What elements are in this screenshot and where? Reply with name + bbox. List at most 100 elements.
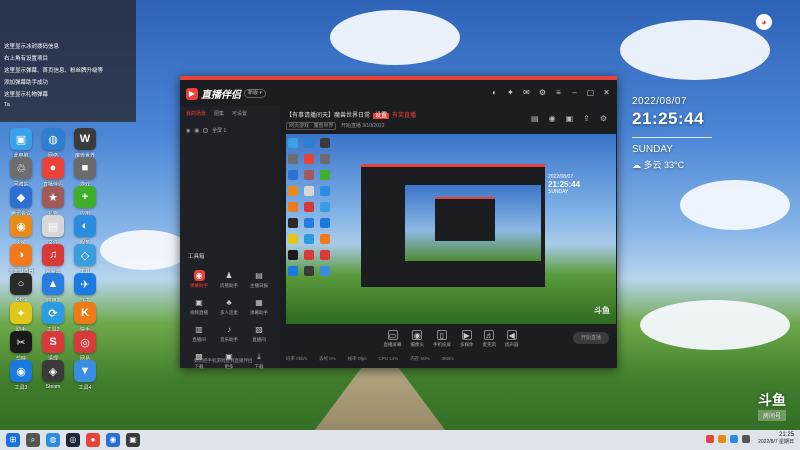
taskbar-app-icon[interactable]: ▣	[126, 433, 140, 447]
menu-icon[interactable]: ≡	[554, 88, 563, 97]
toolbox-item[interactable]: ▦ 弹幕助手	[244, 297, 274, 316]
desktop-icon[interactable]: ✈ 飞书	[68, 273, 102, 304]
tray-icon[interactable]	[706, 435, 714, 443]
desktop-icon[interactable]: ◐ 服务	[68, 215, 102, 246]
desktop-icon[interactable]: ▲ 应用2	[36, 273, 70, 304]
live-preview[interactable]: 2022/08/07 21:25:44 SUNDAY 斗鱼	[286, 134, 616, 324]
stream-red-link[interactable]: 有奖直播	[392, 113, 416, 119]
start-live-button[interactable]: 开始直播	[573, 332, 609, 344]
stream-subinfo: 网页游戏 · 魔兽世界 开始直播 3/10/2022	[286, 122, 416, 130]
desktop-icon[interactable]: ★ 礼物	[36, 186, 70, 217]
scene-tab[interactable]: 我的场景	[186, 110, 206, 117]
desktop-icon[interactable]: ◉ 火绒	[4, 215, 38, 246]
desktop-icon[interactable]: ◍ 网络	[36, 128, 70, 159]
source-control-button[interactable]: ▭ 直播屏幕	[384, 330, 402, 348]
taskbar-app-icon[interactable]: ◍	[46, 433, 60, 447]
layout-icon[interactable]: ▤	[531, 114, 539, 123]
desktop-icon[interactable]: + 应用	[68, 186, 102, 217]
minimize-icon[interactable]: –	[570, 88, 579, 97]
preview-desktop-icon	[304, 138, 314, 148]
tray-icon[interactable]	[730, 435, 738, 443]
desktop-icon[interactable]: S 清理	[36, 331, 70, 362]
source-control-label: 多媒体	[460, 342, 474, 347]
preview-desktop-icon	[320, 234, 330, 244]
desktop-icon[interactable]: ▤ 文件	[36, 215, 70, 246]
message-icon[interactable]: ✉	[522, 88, 531, 97]
taskbar-app-icon[interactable]: ⌕	[26, 433, 40, 447]
desktop-icon[interactable]: ▣ 此电脑	[4, 128, 38, 159]
desktop-icon[interactable]: ◎ 网易	[68, 331, 102, 362]
desktop-icon[interactable]: ◑ 天天浏览器	[4, 244, 38, 275]
toolbox-item[interactable]: ▤ 主播日报	[244, 270, 274, 289]
notification-line: 添加弹幕助手成功	[4, 80, 49, 86]
desktop-icon[interactable]: ▼ 工具4	[68, 360, 102, 391]
toolbox-icon: ▤	[255, 271, 263, 280]
taskbar-clock[interactable]: 21:25 2022/8/7 星期日	[758, 432, 794, 445]
source-control-button[interactable]: ♬ 麦克风	[483, 330, 496, 348]
source-control-button[interactable]: ◉ 摄像头	[410, 330, 425, 348]
screenshot-icon[interactable]: ▣	[566, 114, 574, 123]
cat-mascot-icon[interactable]: ◕	[756, 14, 772, 30]
record-icon[interactable]: ◉	[549, 114, 556, 123]
eye-icon[interactable]: ◉	[186, 128, 190, 134]
toolbox-item[interactable]: ▥ 直播间	[184, 324, 214, 343]
desktop-icon[interactable]: ○ OBS	[4, 273, 38, 303]
settings-icon[interactable]: ⚙	[600, 114, 607, 123]
stream-category[interactable]: 网页游戏 · 魔兽世界	[286, 122, 337, 130]
maximize-icon[interactable]: ▢	[586, 88, 595, 97]
tray-icon[interactable]	[742, 435, 750, 443]
toolbox-item[interactable]: ♪ 音乐助手	[214, 324, 244, 343]
stream-title-row: 【有事请播间天】魔兽世界日常 设置 有奖直播	[286, 110, 416, 119]
desktop-icon[interactable]: ◉ 工具3	[4, 360, 38, 391]
lock-icon[interactable]: ▣	[194, 128, 199, 134]
scene-tab[interactable]: 可设置	[232, 110, 247, 117]
share-icon[interactable]: ⇪	[583, 114, 590, 123]
desktop-icon[interactable]: ♫ 网易云	[36, 244, 70, 275]
source-control-icon: ▶	[461, 330, 472, 340]
source-control-label: 摄像头	[410, 342, 425, 347]
desktop-app-icon: S	[42, 331, 64, 353]
toolbox-icon: ♟	[225, 271, 233, 280]
taskbar-app-icon[interactable]: ⊞	[6, 433, 20, 447]
toolbox-item[interactable]: ♟ 房管助手	[214, 270, 244, 289]
desktop-icon[interactable]: ◈ Steam	[36, 360, 70, 390]
source-control-button[interactable]: ▶ 多媒体	[460, 330, 474, 348]
desktop-icon[interactable]: ♲ 回收站	[4, 157, 38, 188]
mobile-tip-link[interactable]: 如何把手机游戏投到直播伴侣	[194, 358, 253, 364]
desktop-icon[interactable]: K 快手	[68, 302, 102, 333]
source-control-button[interactable]: ◀ 扬声器	[505, 330, 519, 348]
stream-status: 开始直播	[340, 123, 361, 129]
desktop-icon[interactable]: ◇ 工具	[68, 244, 102, 275]
widget-day: SUNDAY	[632, 144, 673, 155]
desktop-icon[interactable]: ✂ 剪映	[4, 331, 38, 362]
cloud	[330, 10, 460, 65]
toolbox-item[interactable]: ▣ 视频直播	[184, 297, 214, 316]
desktop-icon[interactable]: W 魔兽世界	[68, 128, 102, 159]
avatar-icon[interactable]: ◐	[490, 88, 499, 97]
desktop-icon[interactable]: ◆ 腾讯会议	[4, 186, 38, 217]
tray-icon[interactable]	[718, 435, 726, 443]
stream-title[interactable]: 【有事请播间天】魔兽世界日常	[286, 113, 370, 119]
settings-icon[interactable]: ⚙	[538, 88, 547, 97]
stream-tag[interactable]: 设置	[373, 113, 390, 119]
notification-line: Ta	[4, 102, 10, 108]
preview-toolbar: ▤ ◉ ▣ ⇪ ⚙	[531, 114, 607, 123]
version-badge[interactable]: 新版 ▾	[244, 89, 266, 98]
taskbar-app-icon[interactable]: ●	[86, 433, 100, 447]
taskbar-app-icon[interactable]: ◉	[106, 433, 120, 447]
desktop-icon[interactable]: ● 直播伴侣	[36, 157, 70, 188]
desktop-icon[interactable]: ⟳ 工具2	[36, 302, 70, 333]
taskbar-app-icon[interactable]: ◎	[66, 433, 80, 447]
toolbox-item[interactable]: ▧ 直播间	[244, 324, 274, 343]
desktop-icon[interactable]: ✦ 助手	[4, 302, 38, 333]
desktop-icon[interactable]: ■ 游戏	[68, 157, 102, 188]
status-item: 内存 50%	[410, 356, 430, 361]
scene-item[interactable]: ◉ ▣ 全屏 1	[180, 121, 280, 135]
toolbox-item[interactable]: ♣ 多人连麦	[214, 297, 244, 316]
close-icon[interactable]: ✕	[602, 88, 611, 97]
toolbox-item[interactable]: ◉ 弹幕助手	[184, 270, 214, 289]
skin-icon[interactable]: ✦	[506, 88, 515, 97]
scene-tab[interactable]: 图集	[214, 110, 224, 117]
source-control-button[interactable]: ▯ 手机投屏	[433, 330, 451, 348]
toolbox-icon: ▧	[255, 325, 263, 334]
